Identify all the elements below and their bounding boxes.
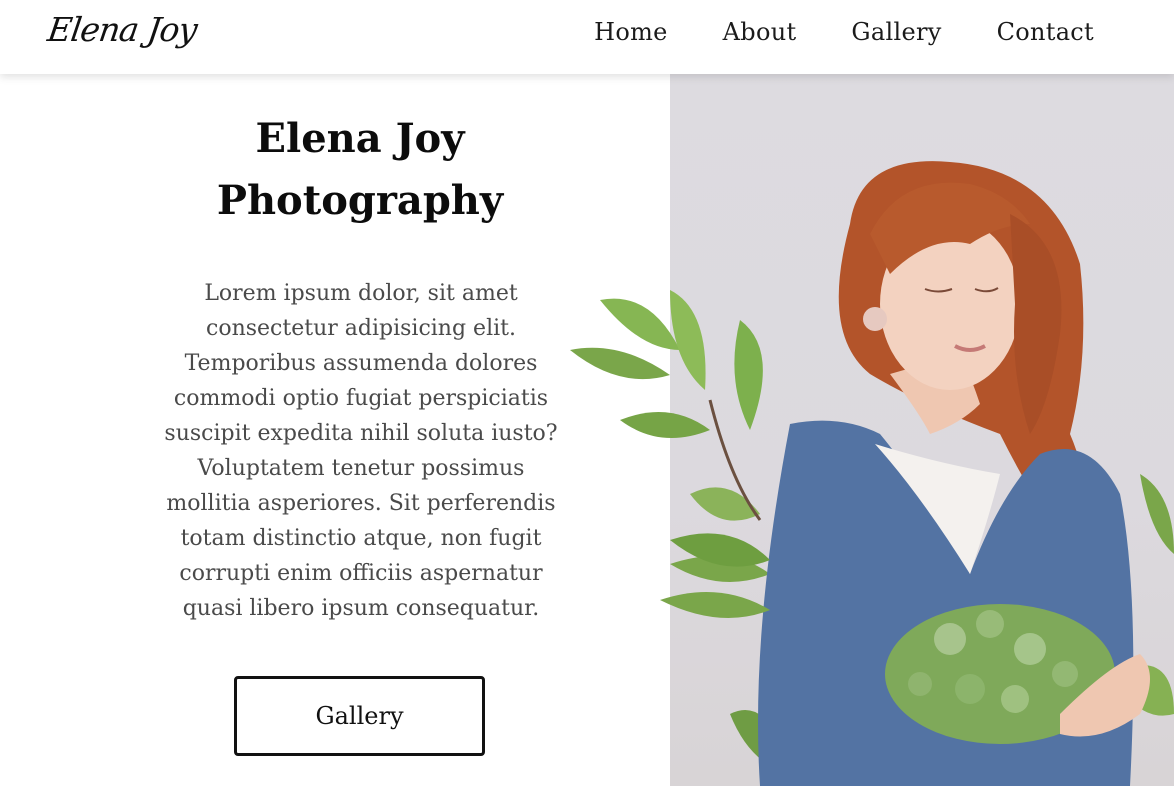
hero-text-line: quasi libero ipsum consequatur. bbox=[182, 596, 540, 621]
hero-text-line: mollitia asperiores. Sit perferendis bbox=[166, 491, 556, 516]
gallery-button[interactable]: Gallery bbox=[234, 676, 485, 756]
hero-text-line: Temporibus assumenda dolores bbox=[184, 351, 538, 376]
hero-text-line: Lorem ipsum dolor, sit amet bbox=[204, 281, 518, 306]
hero-text-line: suscipit expedita nihil soluta iusto? bbox=[164, 421, 558, 446]
hero-title-line-1: Elena Joy bbox=[255, 115, 465, 162]
hero-title: Elena Joy Photography bbox=[150, 108, 570, 232]
hero-description: Lorem ipsum dolor, sit amet consectetur … bbox=[146, 276, 576, 626]
hero-title-line-2: Photography bbox=[216, 177, 504, 224]
navbar: Elena Joy Home About Gallery Contact bbox=[0, 0, 1174, 74]
hero-text-line: consectetur adipisicing elit. bbox=[206, 316, 516, 341]
nav-link-gallery[interactable]: Gallery bbox=[851, 18, 941, 46]
hero-text-line: commodi optio fugiat perspiciatis bbox=[173, 386, 549, 411]
page: Elena Joy Home About Gallery Contact Ele… bbox=[0, 0, 1174, 786]
nav-link-contact[interactable]: Contact bbox=[997, 18, 1094, 46]
hero-text-line: Voluptatem tenetur possimus bbox=[197, 456, 525, 481]
leaves-decoration bbox=[570, 290, 770, 618]
nav-link-home[interactable]: Home bbox=[594, 18, 668, 46]
hero-text-line: corrupti enim officiis aspernatur bbox=[179, 561, 543, 586]
nav-link-about[interactable]: About bbox=[723, 18, 797, 46]
site-logo[interactable]: Elena Joy bbox=[45, 10, 199, 49]
nav-menu: Home About Gallery Contact bbox=[594, 18, 1094, 46]
hero-text-line: totam distinctio atque, non fugit bbox=[180, 526, 542, 551]
